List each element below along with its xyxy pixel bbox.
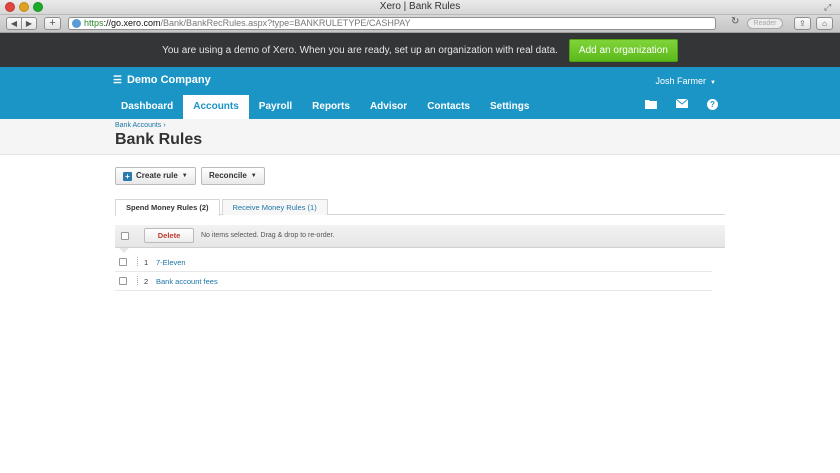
rule-row[interactable]: 2 Bank account fees [115,272,712,291]
organization-name: Demo Company [126,74,211,86]
url-path: /Bank/BankRecRules.aspx?type=BANKRULETYP… [160,18,411,28]
window-titlebar: Xero | Bank Rules ⤢ [0,0,840,15]
selection-info: No items selected. Drag & drop to re-ord… [201,232,335,239]
folder-icon[interactable] [645,99,657,112]
row-checkbox[interactable] [119,258,127,266]
main-nav: Dashboard Accounts Payroll Reports Advis… [111,95,539,119]
mail-icon[interactable] [675,98,689,112]
rule-number: 1 [144,258,149,267]
nav-tab-dashboard[interactable]: Dashboard [111,95,183,119]
add-organization-button[interactable]: Add an organization [568,38,678,62]
delete-button[interactable]: Delete [144,228,194,243]
rule-tabs: Spend Money Rules (2) Receive Money Rule… [115,199,725,216]
reconcile-label: Reconcile [209,171,247,180]
globe-icon [72,19,81,28]
chevron-down-icon: ▼ [710,80,716,86]
fullscreen-icon[interactable]: ⤢ [824,2,834,12]
nav-tab-settings[interactable]: Settings [480,95,539,119]
rule-number: 2 [144,277,149,286]
page-title: Bank Rules [115,131,203,148]
list-toolbar: Delete No items selected. Drag & drop to… [115,225,725,248]
bookmarks-icon[interactable]: ⌂ [816,17,833,30]
page-header: Bank Accounts › Bank Rules [0,119,840,155]
tab-receive-money-rules[interactable]: Receive Money Rules (1) [221,199,328,215]
share-icon[interactable]: ⇪ [794,17,811,30]
breadcrumb[interactable]: Bank Accounts › [115,122,166,129]
plus-icon: + [123,171,132,181]
reload-icon[interactable]: ↻ [731,16,739,27]
create-rule-label: Create rule [136,171,178,180]
new-tab-button[interactable]: + [44,17,61,30]
drag-handle-icon[interactable] [137,257,138,266]
nav-tab-accounts[interactable]: Accounts [183,95,249,119]
nav-tab-contacts[interactable]: Contacts [417,95,480,119]
user-menu[interactable]: Josh Farmer ▼ [656,76,716,86]
row-checkbox[interactable] [119,277,127,285]
user-name: Josh Farmer [655,76,707,86]
rule-name-link[interactable]: 7-Eleven [156,258,186,267]
forward-button[interactable]: ▶ [21,17,37,30]
organization-menu[interactable]: ☰ Demo Company [113,74,211,86]
header-icons: ? [645,98,718,112]
reconcile-button[interactable]: Reconcile ▼ [201,167,265,185]
back-button[interactable]: ◀ [6,17,22,30]
menu-list-icon: ☰ [113,74,122,86]
reader-button[interactable]: Reader [747,18,783,29]
url-scheme: https [84,18,104,28]
help-icon[interactable]: ? [707,99,718,110]
nav-tab-advisor[interactable]: Advisor [360,95,417,119]
chevron-down-icon: ▼ [250,173,257,179]
tab-spend-money-rules[interactable]: Spend Money Rules (2) [115,199,220,216]
rule-name-link[interactable]: Bank account fees [156,277,218,286]
browser-toolbar: ◀ ▶ + https://go.xero.com/Bank/BankRecRu… [0,15,840,33]
nav-tab-payroll[interactable]: Payroll [249,95,302,119]
drag-handle-icon[interactable] [137,276,138,285]
app-header: ☰ Demo Company Josh Farmer ▼ Dashboard Ac… [0,67,840,119]
address-bar[interactable]: https://go.xero.com/Bank/BankRecRules.as… [68,17,716,30]
create-rule-button[interactable]: + Create rule ▼ [115,167,196,185]
chevron-down-icon: ▼ [181,173,188,179]
demo-banner-text: You are using a demo of Xero. When you a… [162,44,558,56]
demo-banner: You are using a demo of Xero. When you a… [0,33,840,67]
url-host: ://go.xero.com [103,18,161,28]
select-all-checkbox[interactable] [121,232,129,240]
window-title: Xero | Bank Rules [379,1,461,12]
rule-row[interactable]: 1 7-Eleven [115,253,712,272]
nav-tab-reports[interactable]: Reports [302,95,360,119]
